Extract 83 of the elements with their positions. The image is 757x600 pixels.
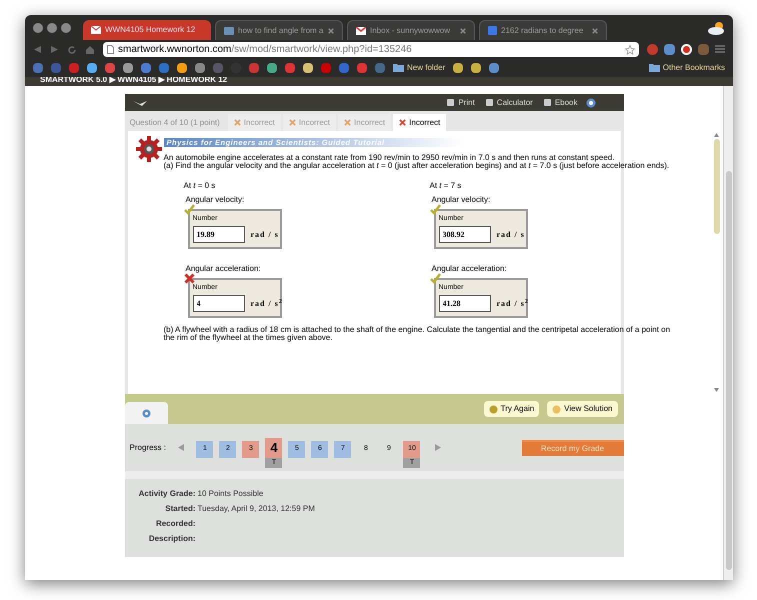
folder-icon bbox=[393, 64, 404, 72]
help-icon[interactable] bbox=[586, 98, 596, 108]
unit-text: rad / s bbox=[250, 230, 279, 238]
bookmark-folder[interactable]: New folder bbox=[407, 62, 446, 74]
close-icon[interactable] bbox=[328, 28, 334, 34]
progress-item[interactable]: 4 bbox=[265, 438, 282, 458]
info-icon bbox=[142, 408, 150, 418]
toolbar-link[interactable]: Calculator bbox=[496, 96, 533, 108]
minimize-window-button[interactable] bbox=[47, 22, 57, 32]
square-logo-icon bbox=[224, 26, 234, 34]
column-heading: At t = 7 s bbox=[430, 182, 462, 190]
tab-title: how to find angle from a bbox=[238, 24, 324, 36]
close-window-button[interactable] bbox=[33, 22, 43, 32]
question-text: (b) A flywheel with a radius of 18 cm is attached to the shaft of the engine. Calculate the tangential and the centripetal acceleration of a point on the rim of the flywheel at the times given above. bbox=[162, 326, 672, 342]
browser-tab[interactable]: WWN4105 Homework 12 bbox=[83, 20, 211, 40]
attempt-tab[interactable]: Incorrect bbox=[393, 114, 446, 131]
info-label: Started: bbox=[164, 503, 196, 515]
info-label: Activity Grade: bbox=[138, 488, 196, 500]
url-text: smartwork.wwnorton.com/sw/mod/smartwork/view.php?id=135246 bbox=[118, 44, 412, 54]
info-value: 10 Points Possible bbox=[198, 488, 264, 500]
unit-text: rad / s$^{2}$ bbox=[496, 300, 529, 308]
close-icon[interactable] bbox=[460, 28, 466, 34]
answer-field[interactable]: 4 bbox=[192, 295, 244, 312]
scroll-up-arrow-icon[interactable] bbox=[714, 133, 719, 137]
question-number-label: Question 4 of 10 (1 point) bbox=[130, 116, 221, 129]
x-mark-icon bbox=[344, 119, 352, 126]
answer-label: Angular acceleration: bbox=[430, 265, 508, 273]
scrollbar[interactable] bbox=[714, 131, 720, 394]
browser-tab[interactable]: 2162 radians to degree bbox=[479, 20, 607, 40]
x-mark-icon bbox=[234, 119, 241, 126]
scrollbar-thumb[interactable] bbox=[726, 171, 732, 570]
forward-arrow-icon[interactable] bbox=[50, 45, 59, 54]
toolbar-link[interactable]: Ebook bbox=[554, 96, 578, 108]
action-button[interactable]: Try Again bbox=[484, 401, 540, 417]
page-icon bbox=[107, 45, 114, 54]
unit-text: rad / s$^{2}$ bbox=[250, 300, 283, 308]
action-button[interactable]: View Solution bbox=[547, 401, 618, 417]
next-arrow-icon[interactable] bbox=[434, 444, 441, 451]
unit-text: rad / s bbox=[496, 230, 525, 238]
home-icon[interactable] bbox=[85, 44, 95, 54]
scrollbar-thumb[interactable] bbox=[714, 139, 720, 234]
address-field[interactable]: smartwork.wwnorton.com/sw/mod/smartwork/view.php?id=135246 bbox=[103, 42, 639, 57]
answer-field[interactable]: 41.28 bbox=[438, 295, 490, 312]
info-tab[interactable] bbox=[124, 402, 168, 424]
answer-field[interactable]: 19.89 bbox=[192, 226, 244, 243]
x-mark-icon bbox=[288, 119, 296, 126]
tab-title: WWN4105 Homework 12 bbox=[105, 24, 196, 36]
tab-title: 2162 radians to degree bbox=[501, 24, 584, 36]
close-icon[interactable] bbox=[592, 28, 598, 34]
reload-icon[interactable] bbox=[67, 44, 77, 54]
toolbar-link[interactable]: Print bbox=[458, 96, 475, 108]
favicon-icon[interactable] bbox=[453, 63, 464, 73]
question-text: (a) Find the angular velocity and the angular acceleration at t = 0 (just after acceleration begins) and at t = 7.0 s (just before acceleration ends). bbox=[164, 162, 670, 170]
favicon-icon[interactable] bbox=[471, 63, 482, 73]
cloud-icon[interactable] bbox=[707, 20, 725, 34]
favicon-icon[interactable] bbox=[489, 63, 500, 73]
envelope-icon bbox=[356, 26, 366, 34]
browser-tab[interactable]: Inbox - sunnywowwow bbox=[347, 20, 475, 40]
x-mark-icon bbox=[399, 119, 406, 126]
question-text: An automobile engine accelerates at a constant rate from 190 rev/min to 2950 rev/min in 7.0 s and then runs at constant speed. bbox=[164, 154, 616, 162]
square-logo-icon bbox=[488, 26, 497, 35]
star-icon[interactable] bbox=[625, 44, 635, 54]
info-label: Recorded: bbox=[154, 518, 196, 530]
zoom-window-button[interactable] bbox=[61, 22, 71, 32]
back-arrow-icon[interactable] bbox=[33, 45, 42, 54]
answer-label: Angular velocity: bbox=[430, 196, 492, 204]
menu-icon[interactable] bbox=[715, 44, 725, 54]
bookmark-folder[interactable]: Other Bookmarks bbox=[662, 62, 725, 74]
browser-tab[interactable]: how to find angle from a bbox=[215, 20, 343, 40]
answer-label: Angular velocity: bbox=[184, 196, 246, 204]
progress-label: Progress : bbox=[130, 442, 166, 454]
answer-label: Angular acceleration: bbox=[184, 265, 262, 273]
column-heading: At t = 0 s bbox=[184, 182, 216, 190]
previous-arrow-icon[interactable] bbox=[178, 444, 184, 451]
envelope-icon bbox=[91, 26, 101, 34]
info-value: Tuesday, April 9, 2013, 12:59 PM bbox=[198, 503, 316, 515]
answer-field[interactable]: 308.92 bbox=[438, 226, 490, 243]
extension-icon[interactable] bbox=[681, 44, 692, 55]
folder-icon bbox=[648, 64, 660, 72]
scroll-down-arrow-icon[interactable] bbox=[714, 388, 719, 392]
window-scrollbar[interactable] bbox=[723, 86, 733, 580]
info-label: Description: bbox=[148, 533, 196, 545]
tab-title: Inbox - sunnywowwow bbox=[370, 24, 452, 36]
